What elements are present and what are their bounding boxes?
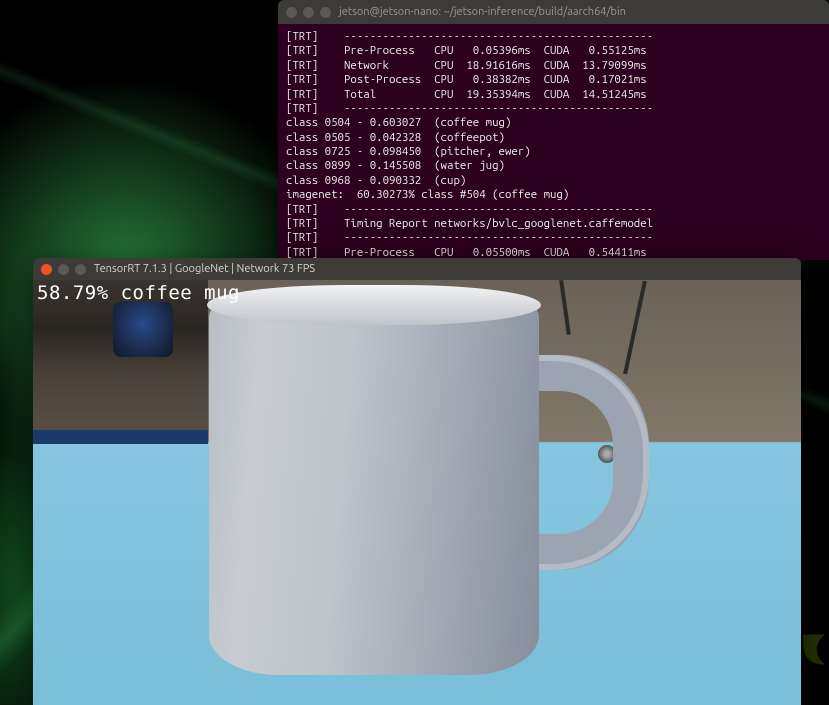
terminal-line: imagenet: 60.30273% class #504 (coffee m…: [286, 188, 821, 202]
mug-rim: [207, 285, 541, 325]
maximize-icon[interactable]: [75, 264, 86, 275]
video-window-title: TensorRT 7.1.3 | GoogleNet | Network 73 …: [94, 263, 315, 275]
terminal-line: [TRT] ----------------------------------…: [286, 30, 821, 44]
window-controls: [41, 264, 86, 275]
background-object: [113, 302, 173, 357]
desk-edge: [33, 430, 208, 444]
terminal-line: [TRT] Post-Process CPU 0.38382ms CUDA 0.…: [286, 73, 821, 87]
terminal-line: [TRT] Timing Report networks/bvlc_google…: [286, 217, 821, 231]
terminal-line: class 0899 - 0.145508 (water jug): [286, 159, 821, 173]
terminal-line: [TRT] Total CPU 19.35394ms CUDA 14.51245…: [286, 88, 821, 102]
terminal-line: [TRT] ----------------------------------…: [286, 102, 821, 116]
cable: [623, 281, 647, 375]
minimize-icon[interactable]: [58, 264, 69, 275]
video-window[interactable]: TensorRT 7.1.3 | GoogleNet | Network 73 …: [33, 258, 801, 705]
terminal-window[interactable]: jetson@jetson-nano: ~/jetson-inference/b…: [278, 0, 829, 260]
terminal-line: class 0725 - 0.098450 (pitcher, ewer): [286, 145, 821, 159]
video-titlebar[interactable]: TensorRT 7.1.3 | GoogleNet | Network 73 …: [33, 258, 801, 280]
camera-scene: [33, 280, 801, 705]
classification-overlay: 58.79% coffee mug: [33, 280, 244, 306]
maximize-icon[interactable]: [320, 7, 331, 18]
minimize-icon[interactable]: [303, 7, 314, 18]
terminal-line: class 0505 - 0.042328 (coffeepot): [286, 131, 821, 145]
window-controls: [286, 7, 331, 18]
terminal-titlebar[interactable]: jetson@jetson-nano: ~/jetson-inference/b…: [278, 0, 829, 24]
coffee-mug: [209, 285, 579, 680]
close-icon[interactable]: [286, 7, 297, 18]
terminal-title: jetson@jetson-nano: ~/jetson-inference/b…: [339, 6, 626, 18]
terminal-line: [TRT] Network CPU 18.91616ms CUDA 13.790…: [286, 59, 821, 73]
terminal-line: class 0968 - 0.090332 (cup): [286, 174, 821, 188]
close-icon[interactable]: [41, 264, 52, 275]
mug-body: [209, 305, 539, 675]
terminal-line: [TRT] Pre-Process CPU 0.05396ms CUDA 0.5…: [286, 44, 821, 58]
terminal-line: [TRT] ----------------------------------…: [286, 231, 821, 245]
nvidia-logo: [799, 627, 829, 677]
terminal-line: [TRT] ----------------------------------…: [286, 203, 821, 217]
terminal-line: class 0504 - 0.603027 (coffee mug): [286, 116, 821, 130]
video-frame: 58.79% coffee mug: [33, 280, 801, 705]
